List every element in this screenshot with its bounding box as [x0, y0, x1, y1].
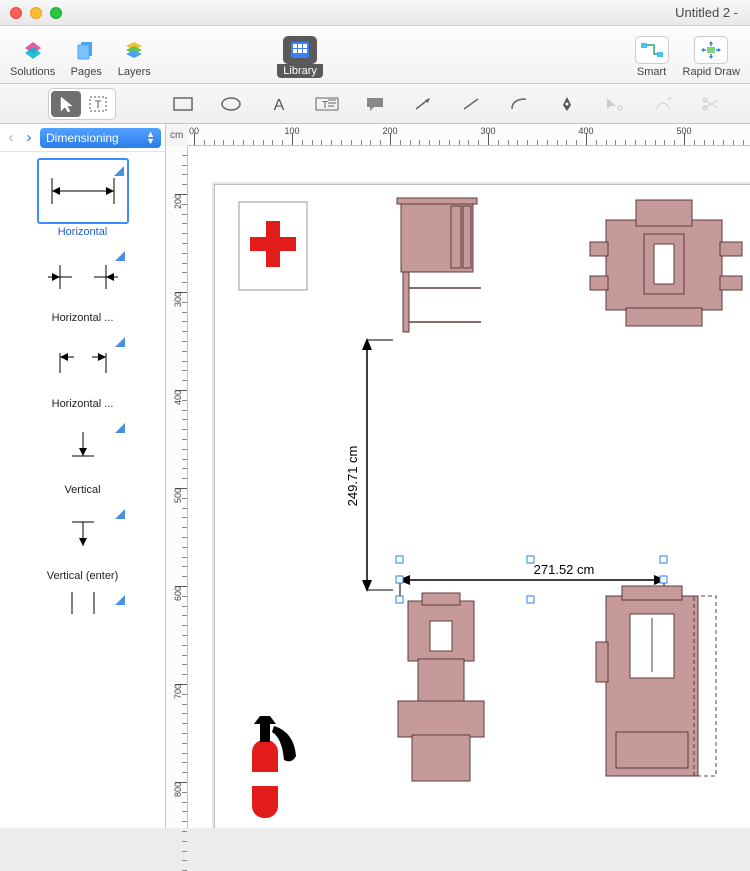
- library-item-horizontal[interactable]: Horizontal: [4, 158, 161, 238]
- solutions-button[interactable]: Solutions: [10, 36, 55, 78]
- machine-bottom-right[interactable]: [594, 582, 724, 807]
- smart-connector-icon: [635, 36, 669, 64]
- library-prev-button[interactable]: ‹: [4, 129, 18, 146]
- library-item-vertical[interactable]: Vertical: [4, 416, 161, 496]
- text-box-tool[interactable]: T: [308, 90, 346, 118]
- edit-point-tool[interactable]: [596, 90, 634, 118]
- pages-icon: [69, 36, 103, 64]
- rapid-draw-icon: [694, 36, 728, 64]
- library-item-vertical-enter[interactable]: Vertical (enter): [4, 502, 161, 582]
- arrow-tool[interactable]: [404, 90, 442, 118]
- layers-icon: [117, 36, 151, 64]
- library-panel: ‹ › Dimensioning ▲▼ Horizontal: [0, 124, 166, 828]
- library-item-label: Horizontal: [58, 226, 108, 238]
- pointer-tool-group: T: [48, 88, 116, 120]
- curve-tool[interactable]: [500, 90, 538, 118]
- smart-indicator-icon: [114, 163, 124, 173]
- library-icon: [283, 36, 317, 64]
- text-select-tool[interactable]: T: [83, 91, 113, 117]
- comment-tool[interactable]: [356, 90, 394, 118]
- library-button[interactable]: Library: [277, 36, 323, 78]
- horizontal-ruler[interactable]: 00100200300400500600: [188, 124, 750, 146]
- library-item-label: Horizontal ...: [52, 312, 114, 324]
- main-toolbar: Solutions Pages Layers Library Smart: [0, 26, 750, 84]
- library-item-label: Horizontal ...: [52, 398, 114, 410]
- machine-top-center[interactable]: [393, 196, 489, 341]
- window-zoom-button[interactable]: [50, 7, 62, 19]
- window-title: Untitled 2 -: [62, 5, 740, 20]
- pen-tool[interactable]: [548, 90, 586, 118]
- shape-toolbar: T A T +: [0, 84, 750, 124]
- pointer-tool[interactable]: [51, 91, 81, 117]
- library-category-dropdown[interactable]: Dimensioning ▲▼: [40, 128, 161, 148]
- smart-button[interactable]: Smart: [635, 36, 669, 78]
- rectangle-tool[interactable]: [164, 90, 202, 118]
- library-item-horizontal-ext[interactable]: Horizontal ...: [4, 330, 161, 410]
- layers-button[interactable]: Layers: [117, 36, 151, 78]
- library-item-label: Vertical (enter): [47, 570, 119, 582]
- first-aid-sign-shape[interactable]: [238, 201, 308, 296]
- scissors-tool[interactable]: [692, 90, 730, 118]
- window-minimize-button[interactable]: [30, 7, 42, 19]
- text-tool[interactable]: A: [260, 90, 298, 118]
- svg-text:T: T: [95, 99, 102, 111]
- solutions-icon: [16, 36, 50, 64]
- titlebar: Untitled 2 -: [0, 0, 750, 26]
- drawing-canvas[interactable]: 249.71 cm 271.52 cm: [188, 146, 750, 828]
- library-item-label: Vertical: [64, 484, 100, 496]
- vertical-ruler[interactable]: 200300400500600700800: [166, 146, 188, 828]
- ruler-unit-label: cm: [170, 130, 183, 141]
- library-item[interactable]: [4, 588, 161, 618]
- line-tool[interactable]: [452, 90, 490, 118]
- library-next-button[interactable]: ›: [22, 129, 36, 146]
- window-close-button[interactable]: [10, 7, 22, 19]
- svg-text:+: +: [667, 95, 673, 105]
- rapid-draw-button[interactable]: Rapid Draw: [683, 36, 740, 78]
- svg-text:A: A: [274, 97, 285, 113]
- library-item-horizontal-open[interactable]: Horizontal ...: [4, 244, 161, 324]
- pages-button[interactable]: Pages: [69, 36, 103, 78]
- canvas-area[interactable]: cm 00100200300400500600 2003004005006007…: [166, 124, 750, 828]
- svg-text:T: T: [322, 100, 328, 111]
- machine-bottom-center[interactable]: [388, 591, 498, 796]
- add-point-tool[interactable]: +: [644, 90, 682, 118]
- machine-top-right[interactable]: [586, 190, 746, 345]
- ellipse-tool[interactable]: [212, 90, 250, 118]
- dimension-value: 271.52 cm: [534, 562, 595, 577]
- dimension-value: 249.71 cm: [345, 446, 360, 507]
- fire-extinguisher-shape[interactable]: [236, 706, 306, 828]
